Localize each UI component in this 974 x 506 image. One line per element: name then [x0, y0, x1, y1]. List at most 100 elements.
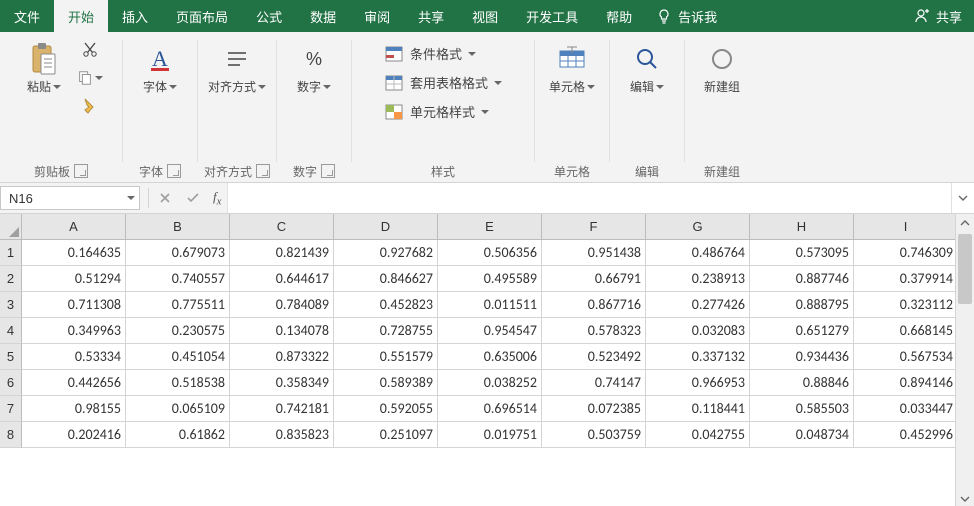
cell[interactable]: 0.551579	[334, 344, 438, 370]
column-header[interactable]: D	[334, 214, 438, 240]
cell[interactable]: 0.740557	[126, 266, 230, 292]
cell[interactable]: 0.98155	[22, 396, 126, 422]
cell[interactable]: 0.518538	[126, 370, 230, 396]
cell[interactable]: 0.011511	[438, 292, 542, 318]
cell[interactable]: 0.53334	[22, 344, 126, 370]
share-button[interactable]: 共享	[902, 7, 974, 26]
column-header[interactable]: C	[230, 214, 334, 240]
cell[interactable]: 0.867716	[542, 292, 646, 318]
cell[interactable]: 0.589389	[334, 370, 438, 396]
cell[interactable]: 0.230575	[126, 318, 230, 344]
cell[interactable]: 0.033447	[854, 396, 958, 422]
cell[interactable]: 0.728755	[334, 318, 438, 344]
row-header[interactable]: 6	[0, 370, 22, 396]
column-header[interactable]: B	[126, 214, 230, 240]
cell[interactable]: 0.966953	[646, 370, 750, 396]
cell[interactable]: 0.742181	[230, 396, 334, 422]
cell[interactable]: 0.358349	[230, 370, 334, 396]
column-header[interactable]: I	[854, 214, 958, 240]
column-header[interactable]: H	[750, 214, 854, 240]
cell[interactable]: 0.51294	[22, 266, 126, 292]
cell[interactable]: 0.072385	[542, 396, 646, 422]
conditional-formatting-button[interactable]: 条件格式	[380, 42, 506, 65]
cell[interactable]: 0.506356	[438, 240, 542, 266]
cell[interactable]: 0.954547	[438, 318, 542, 344]
cell[interactable]: 0.486764	[646, 240, 750, 266]
number-button[interactable]: % 数字	[283, 38, 345, 98]
alignment-button[interactable]: 对齐方式	[206, 38, 268, 98]
cell[interactable]: 0.451054	[126, 344, 230, 370]
cell[interactable]: 0.668145	[854, 318, 958, 344]
copy-button[interactable]	[77, 66, 103, 90]
cell[interactable]: 0.679073	[126, 240, 230, 266]
align-dialog-launcher[interactable]	[256, 164, 270, 178]
cell[interactable]: 0.934436	[750, 344, 854, 370]
cell[interactable]: 0.042755	[646, 422, 750, 448]
cell[interactable]: 0.711308	[22, 292, 126, 318]
row-header[interactable]: 1	[0, 240, 22, 266]
cell[interactable]: 0.873322	[230, 344, 334, 370]
scroll-up-button[interactable]	[956, 214, 974, 232]
cell[interactable]: 0.323112	[854, 292, 958, 318]
cell[interactable]: 0.696514	[438, 396, 542, 422]
cell[interactable]: 0.644617	[230, 266, 334, 292]
row-header[interactable]: 8	[0, 422, 22, 448]
cell-styles-button[interactable]: 单元格样式	[380, 100, 506, 123]
newgroup-button[interactable]: 新建组	[691, 38, 753, 98]
tab-help[interactable]: 帮助	[592, 0, 646, 32]
cell[interactable]: 0.134078	[230, 318, 334, 344]
tell-me[interactable]: 告诉我	[646, 7, 727, 26]
cell[interactable]: 0.337132	[646, 344, 750, 370]
cell[interactable]: 0.888795	[750, 292, 854, 318]
cancel-formula-button[interactable]	[151, 183, 179, 213]
tab-home[interactable]: 开始	[54, 0, 108, 32]
cell[interactable]: 0.887746	[750, 266, 854, 292]
cell[interactable]: 0.835823	[230, 422, 334, 448]
column-header[interactable]: E	[438, 214, 542, 240]
cell[interactable]: 0.635006	[438, 344, 542, 370]
cell[interactable]: 0.452823	[334, 292, 438, 318]
name-box-input[interactable]	[7, 190, 91, 207]
clipboard-dialog-launcher[interactable]	[74, 164, 88, 178]
cell[interactable]: 0.651279	[750, 318, 854, 344]
cell[interactable]: 0.66791	[542, 266, 646, 292]
select-all-corner[interactable]	[0, 214, 22, 240]
accept-formula-button[interactable]	[179, 183, 207, 213]
tab-share[interactable]: 共享	[404, 0, 458, 32]
cell[interactable]: 0.032083	[646, 318, 750, 344]
cell[interactable]: 0.118441	[646, 396, 750, 422]
cell[interactable]: 0.442656	[22, 370, 126, 396]
tab-data[interactable]: 数据	[296, 0, 350, 32]
cell[interactable]: 0.251097	[334, 422, 438, 448]
cell[interactable]: 0.585503	[750, 396, 854, 422]
name-box[interactable]	[0, 186, 140, 210]
cell[interactable]: 0.821439	[230, 240, 334, 266]
column-header[interactable]: G	[646, 214, 750, 240]
cell[interactable]: 0.065109	[126, 396, 230, 422]
paste-button[interactable]: 粘贴	[19, 38, 69, 98]
insert-function-button[interactable]: fx	[207, 189, 227, 208]
cell[interactable]: 0.846627	[334, 266, 438, 292]
font-button[interactable]: A 字体	[129, 38, 191, 98]
cell[interactable]: 0.74147	[542, 370, 646, 396]
cell[interactable]: 0.573095	[750, 240, 854, 266]
chevron-down-icon[interactable]	[127, 196, 135, 200]
tab-insert[interactable]: 插入	[108, 0, 162, 32]
tab-review[interactable]: 审阅	[350, 0, 404, 32]
cell[interactable]: 0.567534	[854, 344, 958, 370]
row-header[interactable]: 7	[0, 396, 22, 422]
cell[interactable]: 0.592055	[334, 396, 438, 422]
cell[interactable]: 0.894146	[854, 370, 958, 396]
column-header[interactable]: A	[22, 214, 126, 240]
cell[interactable]: 0.277426	[646, 292, 750, 318]
cell[interactable]: 0.578323	[542, 318, 646, 344]
cell[interactable]: 0.927682	[334, 240, 438, 266]
cells-button[interactable]: 单元格	[541, 38, 603, 98]
editing-button[interactable]: 编辑	[616, 38, 678, 98]
tab-view[interactable]: 视图	[458, 0, 512, 32]
cell[interactable]: 0.746309	[854, 240, 958, 266]
cell[interactable]: 0.048734	[750, 422, 854, 448]
cell[interactable]: 0.495589	[438, 266, 542, 292]
tab-file[interactable]: 文件	[0, 0, 54, 32]
expand-formula-bar-button[interactable]	[951, 183, 974, 213]
